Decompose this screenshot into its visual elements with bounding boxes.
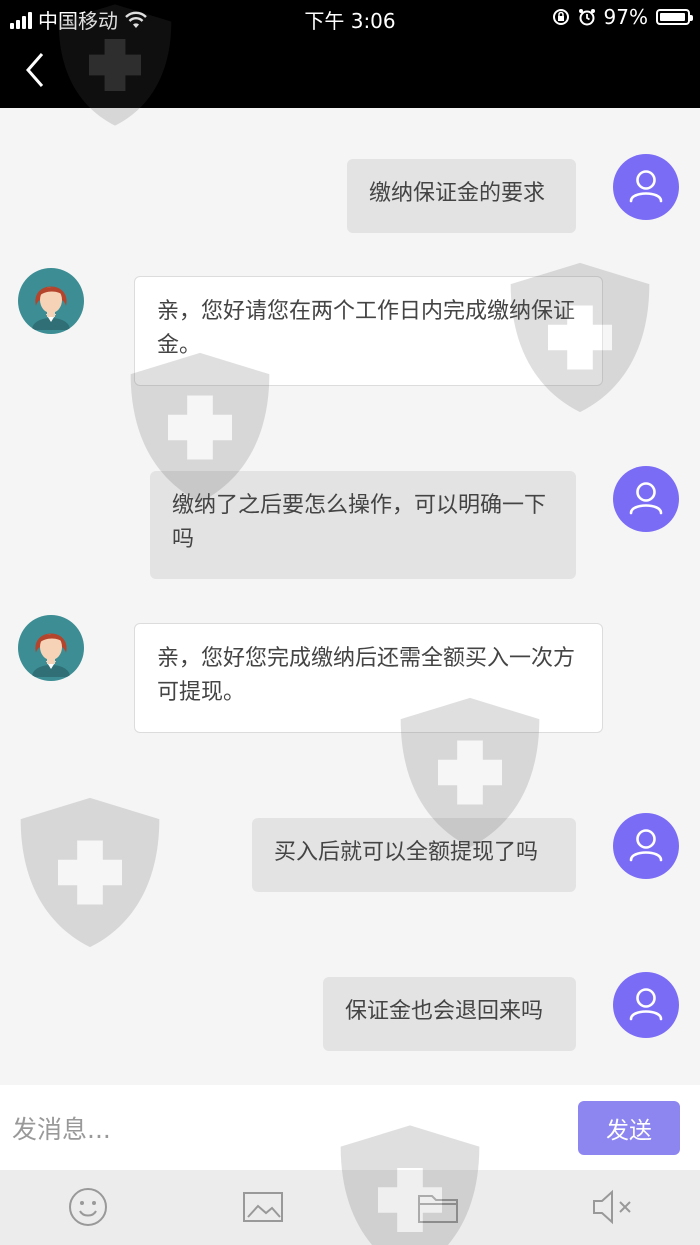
message-bubble-user: 缴纳了之后要怎么操作，可以明确一下吗 [150, 471, 576, 579]
user-avatar [613, 813, 679, 879]
image-icon [243, 1192, 283, 1222]
message-bubble-agent: 亲，您好请您在两个工作日内完成缴纳保证金。 [134, 276, 603, 386]
message-input[interactable] [10, 1103, 564, 1155]
status-right: 97% [552, 5, 693, 29]
message-bubble-user: 缴纳保证金的要求 [347, 159, 576, 233]
user-avatar [613, 154, 679, 220]
back-button[interactable] [20, 50, 50, 90]
user-avatar [613, 972, 679, 1038]
folder-icon [418, 1195, 458, 1223]
file-button[interactable] [415, 1184, 461, 1230]
agent-avatar [18, 615, 84, 681]
bottom-toolbar [0, 1170, 700, 1245]
send-button[interactable]: 发送 [578, 1101, 680, 1155]
orientation-lock-icon [552, 9, 569, 25]
speaker-mute-icon [593, 1189, 631, 1225]
image-button[interactable] [240, 1184, 286, 1230]
message-bubble-agent: 亲，您好您完成缴纳后还需全额买入一次方可提现。 [134, 623, 603, 733]
composer-bar: 发送 [0, 1085, 700, 1170]
message-bubble-user: 保证金也会退回来吗 [323, 977, 576, 1051]
emoji-button[interactable] [65, 1184, 111, 1230]
status-bar: 中国移动 下午 3:06 97% [0, 0, 700, 36]
alarm-icon [578, 9, 595, 26]
chevron-left-icon [26, 53, 44, 87]
agent-avatar [18, 268, 84, 334]
nav-bar [0, 36, 700, 108]
battery-icon [656, 9, 693, 25]
smiley-icon [69, 1188, 107, 1226]
sound-toggle-button[interactable] [590, 1184, 636, 1230]
chat-area[interactable]: 缴纳保证金的要求 亲，您好请您在两个工作日内完成缴纳保证金。 缴纳了之后要怎么操… [0, 108, 700, 1085]
user-avatar [613, 466, 679, 532]
battery-percent: 97% [603, 5, 648, 29]
message-bubble-user: 买入后就可以全额提现了吗 [252, 818, 576, 892]
